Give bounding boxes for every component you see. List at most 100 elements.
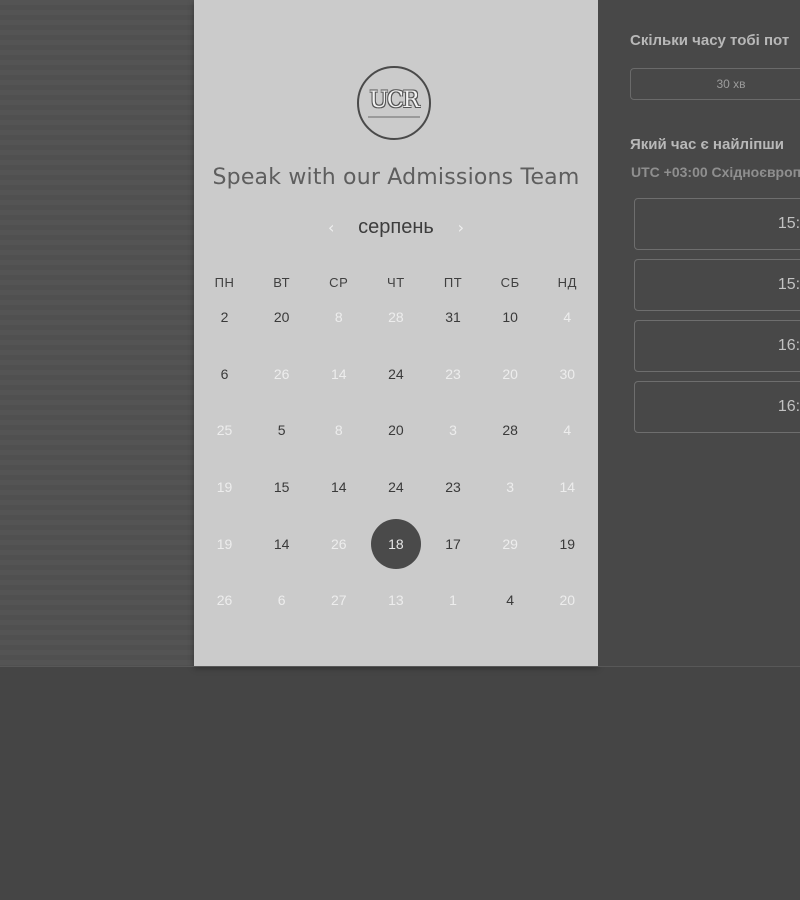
day-number: 6 bbox=[277, 592, 286, 609]
calendar-day[interactable]: 20 bbox=[253, 289, 310, 346]
logo-underline bbox=[368, 116, 420, 118]
calendar-day: 4 bbox=[539, 289, 596, 346]
calendar-day: 13 bbox=[367, 572, 424, 629]
calendar-day: 30 bbox=[539, 346, 596, 403]
day-number: 30 bbox=[559, 365, 576, 382]
calendar-day[interactable]: 23 bbox=[425, 459, 482, 516]
day-number: 13 bbox=[388, 592, 404, 609]
day-number: 8 bbox=[334, 422, 343, 439]
calendar-day: 4 bbox=[539, 402, 596, 459]
selected-day[interactable]: 18 bbox=[367, 515, 424, 572]
day-number: 19 bbox=[216, 535, 233, 552]
calendar-day: 28 bbox=[367, 289, 424, 346]
calendar-day: 27 bbox=[310, 572, 367, 629]
day-number: 4 bbox=[563, 309, 572, 326]
day-number: 31 bbox=[445, 309, 461, 326]
page-background-left bbox=[0, 0, 194, 666]
day-number: 26 bbox=[331, 535, 347, 552]
day-number: 25 bbox=[216, 422, 233, 439]
day-number: 19 bbox=[559, 535, 576, 552]
time-slot-button[interactable]: 16: bbox=[634, 381, 800, 433]
calendar-day: 20 bbox=[539, 572, 596, 629]
day-number: 23 bbox=[445, 365, 461, 382]
weekday-label: ВТ bbox=[273, 275, 291, 290]
day-number: 20 bbox=[273, 309, 290, 326]
timezone-label[interactable]: UTC +03:00 Східноєвроп bbox=[631, 164, 800, 180]
divider bbox=[0, 666, 800, 667]
time-slot-button[interactable]: 16: bbox=[634, 320, 800, 372]
logo-text: UCR bbox=[369, 88, 420, 113]
month-label: серпень bbox=[358, 215, 434, 238]
chevron-right-icon[interactable]: › bbox=[450, 216, 472, 238]
month-navigation: ‹ серпень › bbox=[194, 212, 598, 242]
calendar-day[interactable]: 17 bbox=[425, 515, 482, 572]
day-number: 29 bbox=[502, 535, 518, 552]
calendar-day[interactable]: 14 bbox=[310, 459, 367, 516]
day-number: 1 bbox=[449, 592, 457, 609]
day-number: 10 bbox=[502, 309, 518, 326]
calendar-day: 19 bbox=[196, 515, 253, 572]
day-number: 17 bbox=[445, 535, 461, 552]
weekday-label: НД bbox=[557, 275, 578, 290]
calendar-card: UCR Speak with our Admissions Team ‹ сер… bbox=[194, 0, 598, 666]
calendar-day: 25 bbox=[196, 402, 253, 459]
day-number: 28 bbox=[388, 309, 404, 326]
day-number: 23 bbox=[445, 479, 461, 496]
weekday-label: СБ bbox=[500, 275, 520, 290]
calendar-day: 3 bbox=[482, 459, 539, 516]
weekday-label: ПТ bbox=[443, 275, 463, 290]
day-number: 14 bbox=[273, 535, 290, 552]
calendar-day[interactable]: 28 bbox=[482, 402, 539, 459]
calendar-day: 26 bbox=[310, 515, 367, 572]
booking-panel: Скільки часу тобі пот 30 хв Який час є н… bbox=[598, 0, 800, 666]
calendar-day: 23 bbox=[425, 346, 482, 403]
day-number: 4 bbox=[506, 592, 515, 609]
calendar-day: 1 bbox=[425, 572, 482, 629]
day-number: 8 bbox=[334, 309, 343, 326]
day-number: 20 bbox=[502, 365, 518, 382]
time-slot-button[interactable]: 15: bbox=[634, 198, 800, 250]
calendar-day: 26 bbox=[253, 346, 310, 403]
day-number: 2 bbox=[220, 309, 229, 326]
calendar-day[interactable]: 24 bbox=[367, 459, 424, 516]
calendar-day: 19 bbox=[196, 459, 253, 516]
day-number: 14 bbox=[559, 479, 576, 496]
calendar-day[interactable]: 2 bbox=[196, 289, 253, 346]
calendar-day[interactable]: 10 bbox=[482, 289, 539, 346]
calendar-day[interactable]: 4 bbox=[482, 572, 539, 629]
day-number: 3 bbox=[506, 479, 515, 496]
calendar-day: 8 bbox=[310, 402, 367, 459]
calendar-day[interactable]: 24 bbox=[367, 346, 424, 403]
calendar-day: 26 bbox=[196, 572, 253, 629]
calendar-day: 3 bbox=[425, 402, 482, 459]
day-number: 14 bbox=[331, 365, 347, 382]
calendar-day: 29 bbox=[482, 515, 539, 572]
calendar-day[interactable]: 20 bbox=[367, 402, 424, 459]
duration-select[interactable]: 30 хв bbox=[630, 68, 800, 100]
day-number: 20 bbox=[559, 592, 576, 609]
calendar-day[interactable]: 15 bbox=[253, 459, 310, 516]
day-number: 5 bbox=[277, 422, 286, 439]
time-label: Який час є найліпши bbox=[630, 136, 785, 153]
calendar-day[interactable]: 19 bbox=[539, 515, 596, 572]
day-number: 28 bbox=[502, 422, 518, 439]
chevron-left-icon[interactable]: ‹ bbox=[320, 216, 342, 238]
calendar-day[interactable]: 14 bbox=[253, 515, 310, 572]
calendar-day: 20 bbox=[482, 346, 539, 403]
calendar-day[interactable]: 31 bbox=[425, 289, 482, 346]
calendar-day[interactable]: 5 bbox=[253, 402, 310, 459]
day-number: 3 bbox=[449, 422, 457, 439]
calendar-day[interactable]: 6 bbox=[196, 346, 253, 403]
calendar-day: 14 bbox=[310, 346, 367, 403]
weekday-header: ПН ВТ СР ЧТ ПТ СБ НД bbox=[196, 275, 596, 290]
day-grid: 2 20 8 28 31 10 4 6 26 14 24 23 20 30 25 5 8 20 3 28 4 19 15 14… bbox=[196, 289, 596, 629]
day-number: 24 bbox=[388, 479, 404, 496]
weekday-label: СР bbox=[329, 275, 349, 290]
ucr-logo: UCR bbox=[357, 66, 431, 140]
weekday-label: ЧТ bbox=[387, 275, 405, 290]
day-number: 24 bbox=[388, 365, 404, 382]
time-slot-button[interactable]: 15: bbox=[634, 259, 800, 311]
day-number: 4 bbox=[563, 422, 572, 439]
day-number: 19 bbox=[216, 479, 233, 496]
day-number: 26 bbox=[273, 365, 290, 382]
